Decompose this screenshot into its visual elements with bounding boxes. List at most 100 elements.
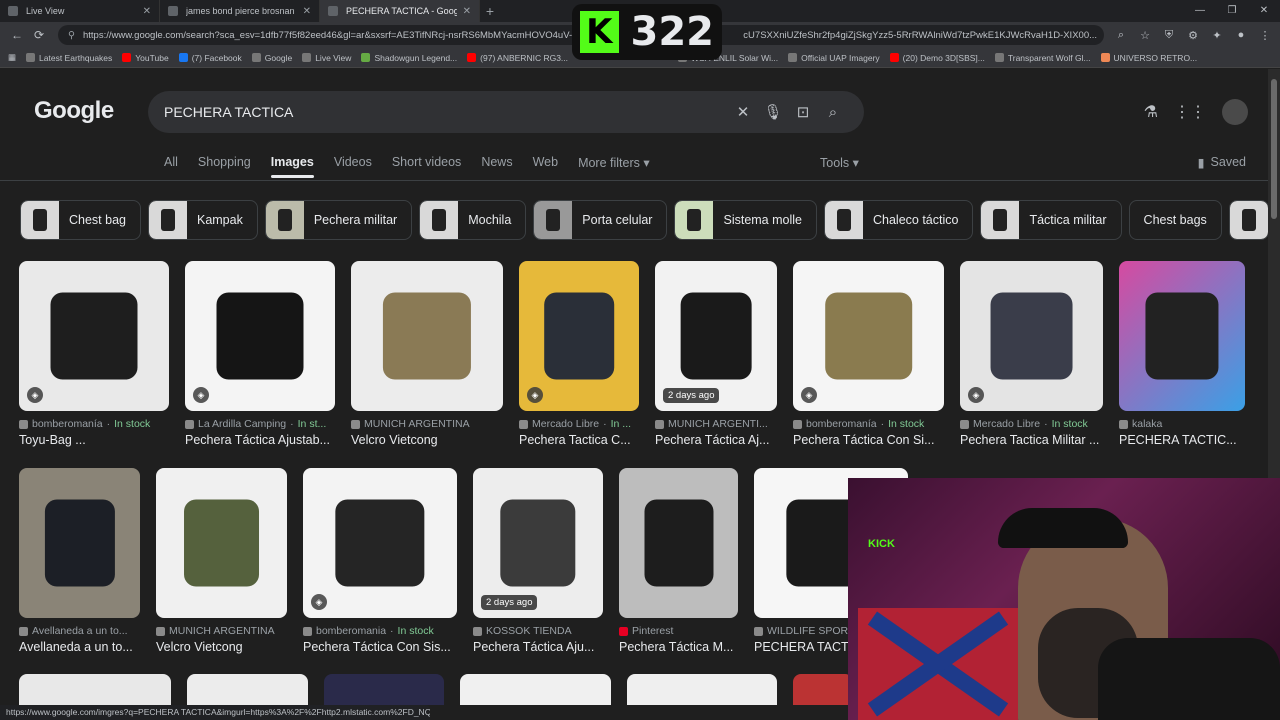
result-image[interactable]: 2 days ago — [655, 261, 777, 411]
tab-short-videos[interactable]: Short videos — [392, 155, 461, 178]
google-logo[interactable]: Google — [34, 97, 114, 125]
search-input[interactable] — [164, 104, 728, 120]
tab-shopping[interactable]: Shopping — [198, 155, 251, 178]
back-icon[interactable]: ← — [6, 28, 28, 42]
result-image[interactable] — [627, 674, 777, 705]
result-image[interactable] — [324, 674, 444, 705]
tab-news[interactable]: News — [481, 155, 512, 178]
tab-videos[interactable]: Videos — [334, 155, 372, 178]
chip-sistema-molle[interactable]: Sistema molle — [674, 200, 817, 240]
tab-images[interactable]: Images — [270, 155, 314, 178]
result-image[interactable]: ◈ — [19, 261, 169, 411]
zoom-icon[interactable]: ⌕ — [1112, 29, 1130, 42]
microphone-icon[interactable]: 🎙 — [758, 103, 788, 121]
result-image[interactable] — [187, 674, 308, 705]
profile-icon[interactable]: ● — [1232, 29, 1250, 42]
result-title[interactable]: Avellaneda a un to... — [19, 640, 140, 654]
browser-tab-2[interactable]: james bond pierce brosnan - Goo ✕ — [160, 0, 320, 22]
new-tab-icon[interactable]: + — [480, 3, 500, 19]
result-image[interactable] — [460, 674, 611, 705]
search-icon[interactable]: ⌕ — [818, 104, 848, 121]
image-result[interactable]: 2 days ago MUNICH ARGENTI... Pechera Tác… — [655, 261, 777, 447]
image-result[interactable]: MUNICH ARGENTINA Velcro Vietcong — [351, 261, 503, 447]
extension-icon[interactable]: ⚙ — [1184, 29, 1202, 42]
result-title[interactable]: Velcro Vietcong — [351, 433, 503, 447]
bookmark-star-icon[interactable]: ☆ — [1136, 29, 1154, 42]
result-image[interactable] — [1119, 261, 1245, 411]
tab-more-filters[interactable]: More filters ▾ — [578, 155, 650, 178]
image-result[interactable]: ◈ bomberomanía · In stock Pechera Táctica … — [793, 261, 944, 447]
apps-icon[interactable]: ▦ — [8, 52, 16, 63]
result-title[interactable]: Pechera Táctica Con Si... — [793, 433, 944, 447]
reload-icon[interactable]: ⟳ — [28, 28, 50, 42]
result-image[interactable] — [619, 468, 738, 618]
lens-icon[interactable]: ⊡ — [788, 103, 818, 121]
tools-button[interactable]: Tools ▾ — [820, 155, 859, 170]
bookmark-item[interactable]: Google — [251, 53, 292, 63]
avatar[interactable] — [1222, 99, 1248, 125]
puzzle-icon[interactable]: ✦ — [1208, 29, 1226, 42]
result-title[interactable]: Pechera Táctica Aj... — [655, 433, 777, 447]
shield-icon[interactable]: ⛨ — [1160, 29, 1178, 42]
chip-more[interactable] — [1228, 200, 1268, 240]
image-result[interactable]: ◈ Mercado Libre · In ... Pechera Tactica C… — [519, 261, 639, 447]
tab-close-icon[interactable]: ✕ — [143, 6, 151, 17]
result-image[interactable] — [156, 468, 287, 618]
result-title[interactable]: Pechera Tactica Militar ... — [960, 433, 1103, 447]
image-result[interactable]: Avellaneda a un to... Avellaneda a un to… — [19, 468, 140, 654]
chip-chest-bag[interactable]: Chest bag — [20, 200, 141, 240]
bookmark-item[interactable]: Official UAP Imagery — [788, 53, 880, 63]
chip-mochila[interactable]: Mochila — [419, 200, 527, 240]
image-result[interactable]: Pinterest Pechera Táctica M... — [619, 468, 738, 654]
result-image[interactable] — [19, 468, 140, 618]
result-title[interactable]: Pechera Táctica Aju... — [473, 640, 603, 654]
chip-tactica-militar[interactable]: Táctica militar — [980, 200, 1122, 240]
chip-porta-celular[interactable]: Porta celular — [533, 200, 668, 240]
bookmark-item[interactable]: (20) Demo 3D[SBS]... — [889, 53, 985, 63]
result-image[interactable]: ◈ — [185, 261, 335, 411]
image-result[interactable]: ◈ La Ardilla Camping · In st... Pechera Tá… — [185, 261, 335, 447]
tab-web[interactable]: Web — [533, 155, 558, 178]
bookmark-item[interactable]: Shadowgun Legend... — [361, 53, 457, 63]
result-image[interactable] — [351, 261, 503, 411]
bookmark-item[interactable]: Latest Earthquakes — [26, 53, 112, 63]
apps-grid-icon[interactable]: ⋮⋮ — [1174, 102, 1206, 122]
bookmark-item[interactable]: YouTube — [122, 53, 169, 63]
image-result[interactable]: ◈ bomberomanía · In stock Toyu-Bag ... — [19, 261, 169, 447]
menu-icon[interactable]: ⋮ — [1256, 29, 1274, 42]
tab-all[interactable]: All — [164, 155, 178, 178]
saved-button[interactable]: ▮ Saved — [1198, 155, 1246, 170]
site-info-icon[interactable]: ⚲ — [68, 30, 75, 41]
clear-icon[interactable]: ✕ — [728, 103, 758, 121]
scrollbar-thumb[interactable] — [1271, 79, 1277, 219]
chip-kampak[interactable]: Kampak — [147, 200, 258, 240]
bookmark-item[interactable]: (7) Facebook — [178, 53, 242, 63]
image-result[interactable]: 2 days ago KOSSOK TIENDA Pechera Táctica… — [473, 468, 603, 654]
browser-tab-3[interactable]: PECHERA TACTICA - Google Sear ✕ — [320, 0, 480, 22]
image-result[interactable]: ◈ bomberomania · In stock Pechera Táctica … — [303, 468, 457, 654]
result-image[interactable] — [793, 674, 853, 705]
result-title[interactable]: Pechera Tactica C... — [519, 433, 639, 447]
labs-flask-icon[interactable]: ⚗ — [1144, 102, 1158, 122]
image-result[interactable]: MUNICH ARGENTINA Velcro Vietcong — [156, 468, 287, 654]
image-result[interactable]: kalaka PECHERA TACTIC... — [1119, 261, 1245, 447]
result-image[interactable]: ◈ — [960, 261, 1103, 411]
result-image[interactable]: 2 days ago — [473, 468, 603, 618]
chip-pechera-militar[interactable]: Pechera militar — [264, 200, 413, 240]
result-image[interactable] — [19, 674, 171, 705]
minimize-icon[interactable]: — — [1184, 0, 1216, 22]
result-title[interactable]: Pechera Táctica M... — [619, 640, 738, 654]
bookmark-item[interactable]: Transparent Wolf Gl... — [994, 53, 1091, 63]
bookmark-item[interactable]: Live View — [302, 53, 351, 63]
result-image[interactable]: ◈ — [303, 468, 457, 618]
result-image[interactable]: ◈ — [519, 261, 639, 411]
bookmark-item[interactable]: UNIVERSO RETRO... — [1100, 53, 1197, 63]
result-title[interactable]: PECHERA TACTIC... — [1119, 433, 1245, 447]
maximize-icon[interactable]: ❐ — [1216, 0, 1248, 22]
tab-close-icon[interactable]: ✕ — [303, 6, 311, 17]
image-result[interactable]: ◈ Mercado Libre · In stock Pechera Tactica… — [960, 261, 1103, 447]
result-title[interactable]: Pechera Táctica Ajustab... — [185, 433, 335, 447]
result-image[interactable]: ◈ — [793, 261, 944, 411]
close-window-icon[interactable]: ✕ — [1248, 0, 1280, 22]
tab-close-icon[interactable]: ✕ — [463, 6, 471, 17]
